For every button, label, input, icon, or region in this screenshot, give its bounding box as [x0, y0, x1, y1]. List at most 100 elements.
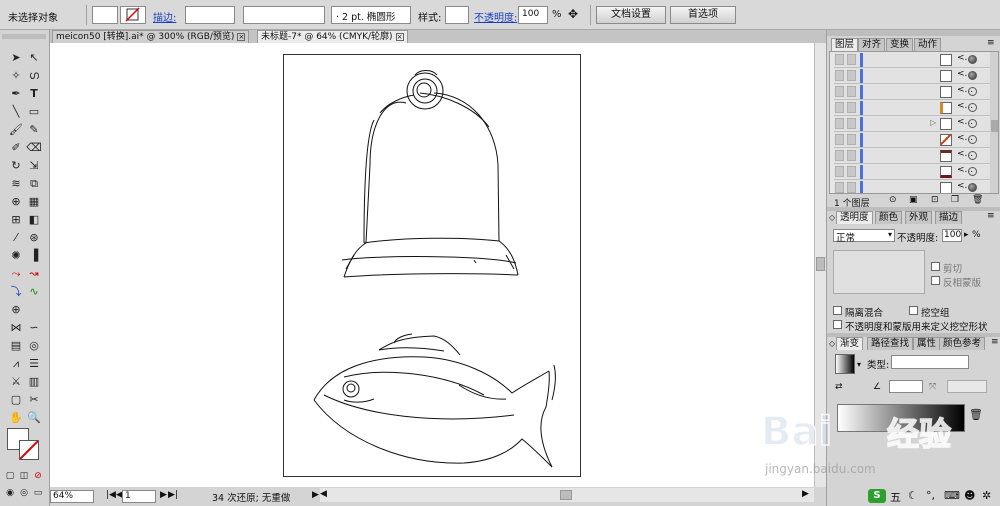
bar-graph-icon[interactable]: ▥	[26, 374, 42, 390]
graphic-style-picker[interactable]	[445, 6, 469, 24]
panel-menu-icon[interactable]: ≡	[987, 38, 995, 48]
gradient-type-select[interactable]	[891, 355, 969, 369]
layer-row[interactable]: <...	[834, 68, 994, 84]
sogou-ime-icon[interactable]: S	[868, 489, 886, 503]
target-icon[interactable]	[968, 119, 977, 128]
paintbrush-icon[interactable]: 🖌	[8, 122, 24, 138]
delete-layer-icon[interactable]: 🗑	[972, 195, 983, 205]
artboard[interactable]	[283, 54, 581, 477]
bowtie-shape-icon[interactable]: ⋈	[8, 320, 24, 336]
visibility-icon[interactable]	[835, 166, 844, 177]
target-icon[interactable]	[968, 151, 977, 160]
horizontal-scroll-thumb[interactable]	[560, 490, 572, 500]
punctuation-icon[interactable]: °,	[926, 489, 935, 502]
spiral-icon[interactable]: ◎	[26, 338, 42, 354]
opacity-field[interactable]: 100	[518, 6, 548, 24]
layer-row[interactable]: <...	[834, 164, 994, 180]
last-page-icon[interactable]: ▶|	[168, 490, 178, 500]
target-icon[interactable]	[968, 71, 977, 80]
warp-tool-icon[interactable]: ≋	[8, 176, 24, 192]
scroll-right-icon[interactable]: ▶	[802, 489, 809, 499]
invert-mask-checkbox[interactable]	[931, 276, 940, 285]
magic-wand-icon[interactable]: ✧	[8, 68, 24, 84]
tools-icon[interactable]: ✲	[982, 489, 991, 502]
path-tool-icon[interactable]: ⤵	[8, 284, 24, 300]
first-page-icon[interactable]: |◀	[106, 490, 116, 500]
screen-mode-icon[interactable]: ▭	[30, 485, 46, 501]
layer-row[interactable]: <...	[834, 180, 994, 193]
opacity-link[interactable]: 不透明度:	[474, 9, 517, 24]
tab-transform[interactable]: 变换	[886, 38, 914, 51]
new-layer-icon[interactable]: ❐	[951, 195, 959, 205]
knockout-group-checkbox[interactable]	[909, 306, 918, 315]
page-field[interactable]: 1	[122, 490, 156, 503]
user-icon[interactable]: ☻	[964, 489, 975, 502]
visibility-icon[interactable]	[835, 86, 844, 97]
lock-icon[interactable]	[847, 166, 856, 177]
stroke-weight-field[interactable]	[185, 6, 235, 24]
wave-tool-icon[interactable]: ∿	[26, 284, 42, 300]
tab-stroke[interactable]: 描边	[935, 211, 963, 224]
next-page-icon[interactable]: ▶	[160, 490, 167, 500]
lock-icon[interactable]	[847, 150, 856, 161]
tools-grip[interactable]	[2, 34, 46, 39]
rotate-tool-icon[interactable]: ↻	[8, 158, 24, 174]
lasso-icon[interactable]: ഗ	[26, 68, 42, 84]
layer-row[interactable]: <...	[834, 100, 994, 116]
line-tool-icon[interactable]: ╲	[8, 104, 24, 120]
tab-align[interactable]: 对齐	[858, 38, 886, 51]
tab-untitled-7[interactable]: 未标题-7* @ 64% (CMYK/轮廓) ×	[257, 30, 408, 43]
drawing-canvas[interactable]	[50, 43, 814, 487]
scroll-left-icon[interactable]: ◀	[320, 489, 327, 499]
visibility-icon[interactable]	[835, 102, 844, 113]
horizontal-scrollbar[interactable]: ◀ ▶	[320, 488, 814, 502]
transparency-opacity-field[interactable]: 100	[942, 229, 962, 242]
gradient-swatch[interactable]	[835, 354, 855, 374]
none-mode-icon[interactable]: ⊘	[30, 468, 46, 484]
lock-icon[interactable]	[847, 102, 856, 113]
lock-icon[interactable]	[847, 54, 856, 65]
lock-icon[interactable]	[847, 86, 856, 97]
tab-layers[interactable]: 图层	[831, 38, 859, 51]
new-sublayer-icon[interactable]: ⊡	[931, 195, 939, 205]
panel-grip[interactable]	[827, 30, 1000, 36]
half-width-icon[interactable]: ☾	[908, 489, 918, 502]
layer-row[interactable]: ▷ <...	[834, 116, 994, 132]
layer-row[interactable]: <...	[834, 132, 994, 148]
target-icon[interactable]	[968, 103, 977, 112]
lock-icon[interactable]	[847, 134, 856, 145]
expand-triangle-icon[interactable]: ▷	[930, 118, 936, 127]
pen-tool-icon[interactable]: ✒	[8, 86, 24, 102]
column-graph-icon[interactable]: ▐	[26, 248, 42, 264]
collapse-icon[interactable]: ◇	[829, 339, 835, 348]
preferences-button[interactable]: 首选项	[670, 6, 736, 24]
status-menu-icon[interactable]: ▶	[312, 490, 319, 500]
lock-icon[interactable]	[847, 182, 856, 193]
polar-grid-icon[interactable]: ⊕	[8, 302, 24, 318]
slice-tool-icon[interactable]: ✂	[26, 392, 42, 408]
target-icon[interactable]	[968, 167, 977, 176]
layers-scroll-thumb[interactable]	[991, 120, 998, 132]
clip-checkbox[interactable]	[931, 262, 940, 271]
target-icon[interactable]	[968, 183, 977, 192]
stroke-color-swatch[interactable]	[120, 6, 146, 24]
layer-row[interactable]: <...	[834, 84, 994, 100]
clipping-mask-icon[interactable]: ▣	[909, 195, 918, 205]
zoom-field[interactable]: 64%	[50, 490, 94, 503]
reverse-gradient-icon[interactable]: ⇄	[835, 382, 843, 392]
isolate-blending-checkbox[interactable]	[833, 306, 842, 315]
tab-color-guide[interactable]: 颜色参考	[939, 337, 986, 350]
aspect-ratio-field[interactable]	[947, 380, 987, 393]
lock-icon[interactable]	[847, 118, 856, 129]
selection-tool-icon[interactable]: ➤	[8, 50, 24, 66]
layers-scrollbar[interactable]	[990, 52, 998, 193]
chart-data-icon[interactable]: ▤	[8, 338, 24, 354]
blend-tool-icon[interactable]: ⊛	[26, 230, 42, 246]
pencil-icon[interactable]: ✎	[26, 122, 42, 138]
document-setup-button[interactable]: 文档设置	[596, 6, 666, 24]
layer-row[interactable]: <...	[834, 148, 994, 164]
tab-attributes[interactable]: 属性	[913, 337, 941, 350]
variable-width-profile[interactable]	[243, 6, 325, 24]
mesh-tool-icon[interactable]: ⊞	[8, 212, 24, 228]
eraser-icon[interactable]: ⌫	[26, 140, 42, 156]
